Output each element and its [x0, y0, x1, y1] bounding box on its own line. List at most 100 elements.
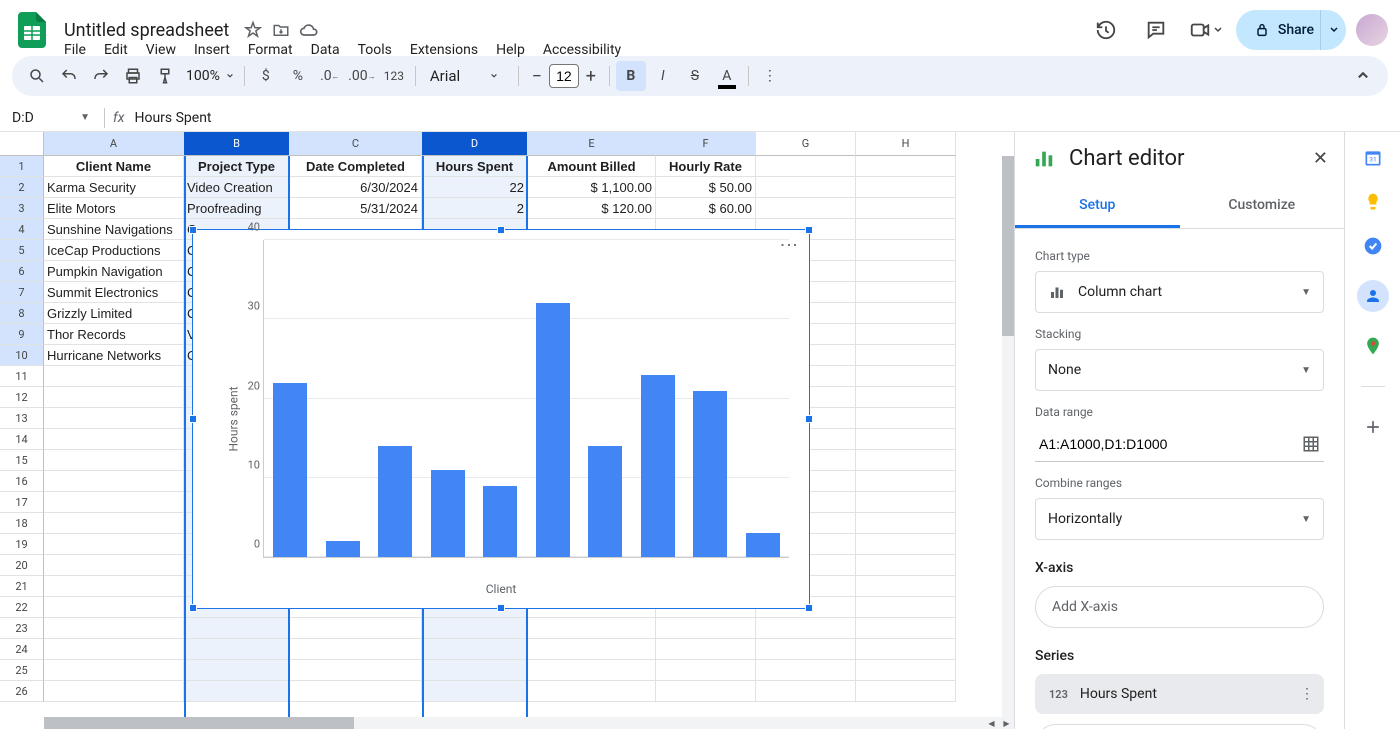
italic-icon[interactable]: I [648, 61, 678, 91]
menu-file[interactable]: File [56, 38, 94, 62]
tab-customize[interactable]: Customize [1180, 185, 1345, 228]
row-header-21[interactable]: 21 [0, 576, 44, 597]
cell[interactable]: Grizzly Limited [44, 303, 184, 324]
menu-insert[interactable]: Insert [186, 38, 238, 62]
cell[interactable] [184, 639, 290, 660]
row-header-3[interactable]: 3 [0, 198, 44, 219]
account-avatar[interactable] [1356, 14, 1388, 46]
cell[interactable] [756, 639, 856, 660]
row-header-10[interactable]: 10 [0, 345, 44, 366]
cell[interactable] [856, 261, 956, 282]
scroll-left-icon[interactable]: ◀ [984, 717, 999, 729]
cell[interactable] [756, 681, 856, 702]
col-header-F[interactable]: F [656, 132, 756, 156]
cell[interactable] [44, 492, 184, 513]
cell[interactable]: Project Type [184, 156, 290, 177]
cell[interactable] [528, 660, 656, 681]
row-header-11[interactable]: 11 [0, 366, 44, 387]
menu-view[interactable]: View [138, 38, 184, 62]
cell[interactable] [184, 618, 290, 639]
more-toolbar-icon[interactable]: ⋮ [755, 61, 785, 91]
menu-format[interactable]: Format [240, 38, 301, 62]
cell[interactable] [856, 177, 956, 198]
currency-icon[interactable]: $ [251, 61, 281, 91]
cell[interactable] [856, 534, 956, 555]
keep-icon[interactable] [1363, 192, 1383, 212]
cell[interactable] [44, 408, 184, 429]
col-header-H[interactable]: H [856, 132, 956, 156]
move-icon[interactable] [271, 20, 291, 40]
row-header-20[interactable]: 20 [0, 555, 44, 576]
cell[interactable] [856, 471, 956, 492]
cell[interactable] [856, 408, 956, 429]
cell[interactable] [856, 198, 956, 219]
star-icon[interactable] [243, 20, 263, 40]
vertical-scrollbar[interactable] [1002, 156, 1014, 717]
row-header-1[interactable]: 1 [0, 156, 44, 177]
col-header-G[interactable]: G [756, 132, 856, 156]
cell[interactable] [856, 639, 956, 660]
meet-button[interactable] [1186, 10, 1226, 50]
col-header-A[interactable]: A [44, 132, 184, 156]
data-range-input[interactable] [1039, 436, 1294, 452]
maps-icon[interactable] [1363, 336, 1383, 356]
percent-icon[interactable]: % [283, 61, 313, 91]
format-123-icon[interactable]: 123 [379, 61, 409, 91]
row-header-15[interactable]: 15 [0, 450, 44, 471]
chart-type-select[interactable]: Column chart ▼ [1035, 271, 1324, 313]
combine-select[interactable]: Horizontally ▼ [1035, 498, 1324, 540]
cell[interactable]: Pumpkin Navigation [44, 261, 184, 282]
cell[interactable]: Amount Billed [528, 156, 656, 177]
cell[interactable]: 6/30/2024 [290, 177, 422, 198]
cell[interactable] [44, 429, 184, 450]
decrease-font-icon[interactable]: − [525, 64, 549, 88]
cell[interactable]: IceCap Productions [44, 240, 184, 261]
add-series-button[interactable]: Add Series [1035, 724, 1324, 729]
increase-font-icon[interactable]: + [579, 64, 603, 88]
cell[interactable] [290, 618, 422, 639]
cell[interactable]: Date Completed [290, 156, 422, 177]
cell[interactable]: Hurricane Networks [44, 345, 184, 366]
decrease-decimal-icon[interactable]: .0← [315, 61, 345, 91]
cell[interactable]: 22 [422, 177, 528, 198]
sheet-area[interactable]: A B C D E F G H 123456789101112131415161… [0, 132, 1014, 729]
cell[interactable]: $ 60.00 [656, 198, 756, 219]
print-icon[interactable] [118, 61, 148, 91]
col-header-B[interactable]: B [184, 132, 290, 156]
name-box[interactable]: D:D▼ [8, 110, 96, 126]
close-panel-icon[interactable]: ✕ [1313, 148, 1328, 169]
row-header-14[interactable]: 14 [0, 429, 44, 450]
cell[interactable] [856, 219, 956, 240]
row-header-7[interactable]: 7 [0, 282, 44, 303]
cell[interactable] [856, 156, 956, 177]
row-header-22[interactable]: 22 [0, 597, 44, 618]
add-addon-icon[interactable] [1363, 417, 1383, 437]
cell[interactable] [656, 681, 756, 702]
menu-extensions[interactable]: Extensions [402, 38, 486, 62]
menu-help[interactable]: Help [488, 38, 533, 62]
cell[interactable] [528, 639, 656, 660]
cell[interactable] [856, 429, 956, 450]
select-all-corner[interactable] [0, 132, 44, 156]
cell[interactable] [44, 618, 184, 639]
stacking-select[interactable]: None ▼ [1035, 349, 1324, 391]
cell[interactable] [656, 639, 756, 660]
menu-accessibility[interactable]: Accessibility [535, 38, 629, 62]
cell[interactable] [422, 660, 528, 681]
row-header-17[interactable]: 17 [0, 492, 44, 513]
row-header-12[interactable]: 12 [0, 387, 44, 408]
cell[interactable]: 5/31/2024 [290, 198, 422, 219]
select-range-icon[interactable] [1302, 435, 1320, 453]
cell[interactable] [44, 471, 184, 492]
cell[interactable] [856, 513, 956, 534]
series-chip[interactable]: 123 Hours Spent ⋮ [1035, 674, 1324, 714]
row-header-4[interactable]: 4 [0, 219, 44, 240]
cell[interactable] [856, 660, 956, 681]
cell[interactable]: Elite Motors [44, 198, 184, 219]
cell[interactable] [44, 597, 184, 618]
contacts-icon[interactable] [1357, 280, 1389, 312]
cell[interactable]: Sunshine Navigations [44, 219, 184, 240]
cell[interactable] [756, 177, 856, 198]
scroll-right-icon[interactable]: ▶ [999, 717, 1014, 729]
cell[interactable]: Video Creation [184, 177, 290, 198]
